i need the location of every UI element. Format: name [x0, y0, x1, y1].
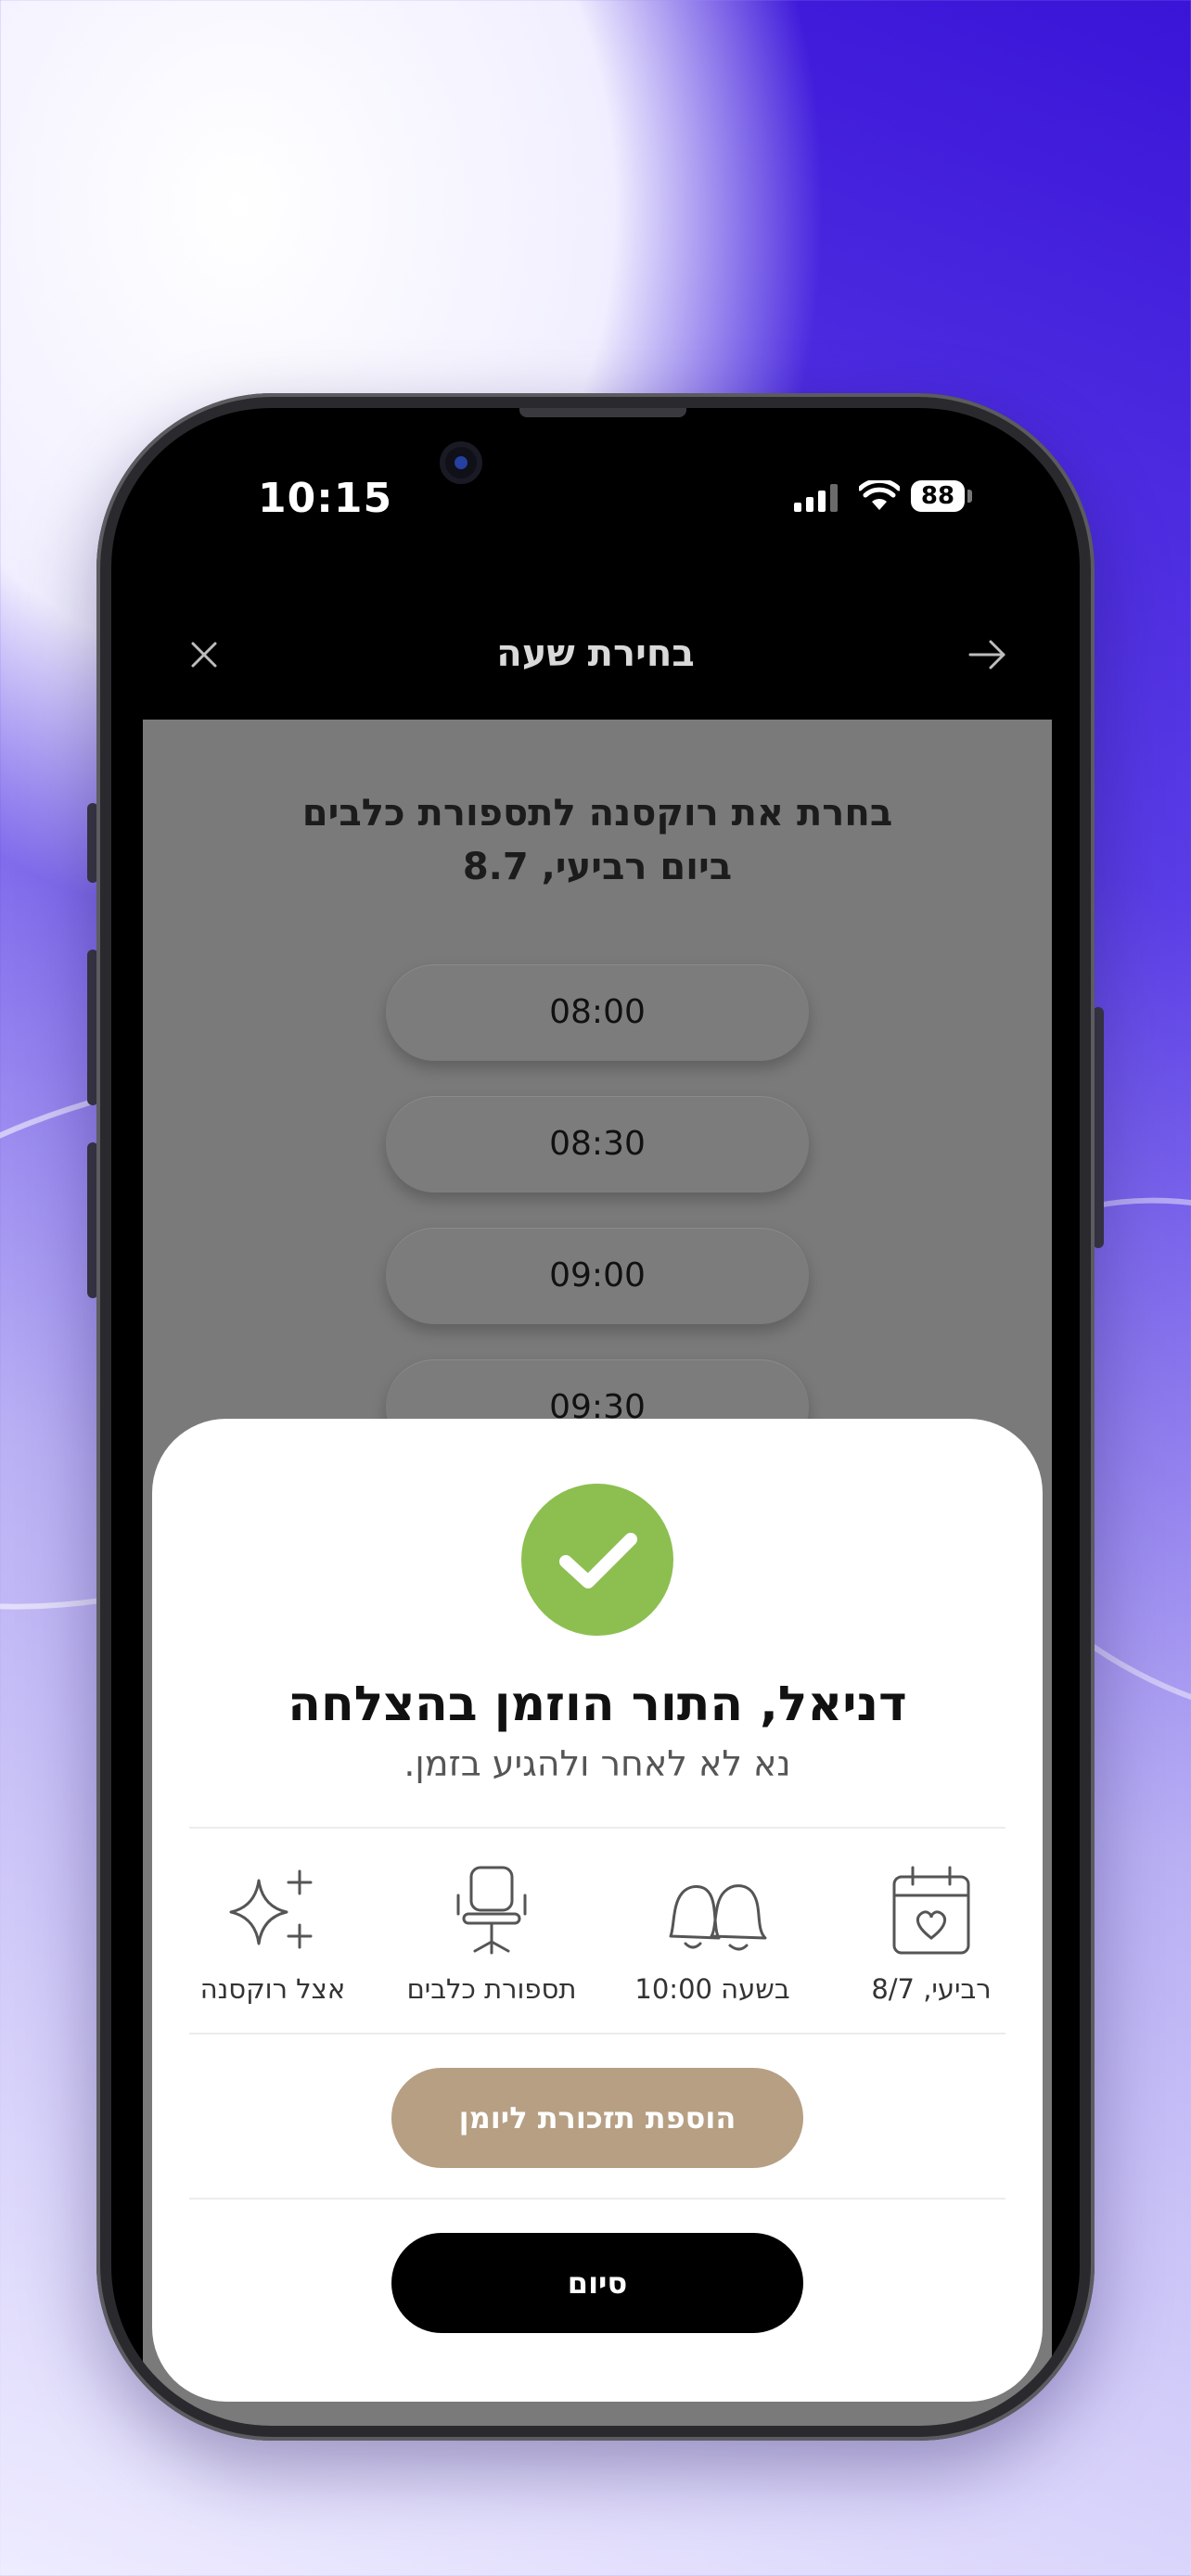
detail-provider: אצל רוקסנה	[180, 1864, 365, 2005]
time-slot-button[interactable]: 08:30	[386, 1096, 809, 1192]
status-bar: 10:15 88	[111, 408, 1080, 593]
success-subtitle: נא לא לאחר ולהגיע בזמן.	[403, 1743, 791, 1784]
arrow-right-icon[interactable]	[965, 634, 1009, 675]
front-camera	[440, 441, 482, 484]
detail-service-label: תספורת כלבים	[406, 1973, 577, 2005]
time-slot-button[interactable]: 08:00	[386, 964, 809, 1061]
selection-summary-line2: ביום רביעי, 8.7	[462, 846, 733, 888]
divider	[189, 1827, 1005, 1829]
battery-tip	[967, 490, 972, 503]
add-calendar-reminder-button[interactable]: הוספת תזכורת ליומן	[391, 2068, 803, 2168]
success-title: דניאל, התור הוזמן בהצלחה	[288, 1677, 907, 1732]
detail-provider-label: אצל רוקסנה	[199, 1973, 346, 2005]
navigation-bar: בחירת שעה	[111, 593, 1080, 720]
page-title: בחירת שעה	[496, 632, 695, 675]
cellular-signal-icon	[794, 484, 838, 512]
status-time: 10:15	[258, 475, 393, 522]
battery-level: 88	[911, 480, 965, 512]
bells-icon	[669, 1884, 767, 1951]
checkmark-icon	[559, 1533, 637, 1588]
calendar-heart-icon	[892, 1866, 970, 1955]
divider	[189, 2198, 1005, 2200]
time-slot-button[interactable]: 09:00	[386, 1228, 809, 1324]
divider	[189, 2033, 1005, 2034]
speaker-grille	[519, 408, 686, 417]
detail-date: רביעי, 8/7	[839, 1864, 1024, 2005]
detail-time-label: בשעה 10:00	[634, 1973, 790, 2005]
booking-success-sheet: דניאל, התור הוזמן בהצלחה נא לא לאחר ולהג…	[152, 1419, 1043, 2402]
finish-button[interactable]: סיום	[391, 2233, 803, 2333]
selection-summary: בחרת את רוקסנה לתספורת כלבים ביום רביעי,…	[180, 786, 1015, 894]
success-badge	[521, 1484, 673, 1636]
sparkles-icon	[229, 1869, 313, 1949]
selection-summary-line1: בחרת את רוקסנה לתספורת כלבים	[301, 792, 893, 835]
wifi-icon	[859, 480, 900, 510]
detail-time: בשעה 10:00	[620, 1864, 805, 2005]
phone-screen: 10:15 88 בחירת שעה בחרת את רוקסנה לתספור…	[111, 408, 1080, 2426]
chair-icon	[456, 1866, 527, 1955]
detail-service: תספורת כלבים	[399, 1864, 584, 2005]
detail-date-label: רביעי, 8/7	[871, 1973, 992, 2005]
